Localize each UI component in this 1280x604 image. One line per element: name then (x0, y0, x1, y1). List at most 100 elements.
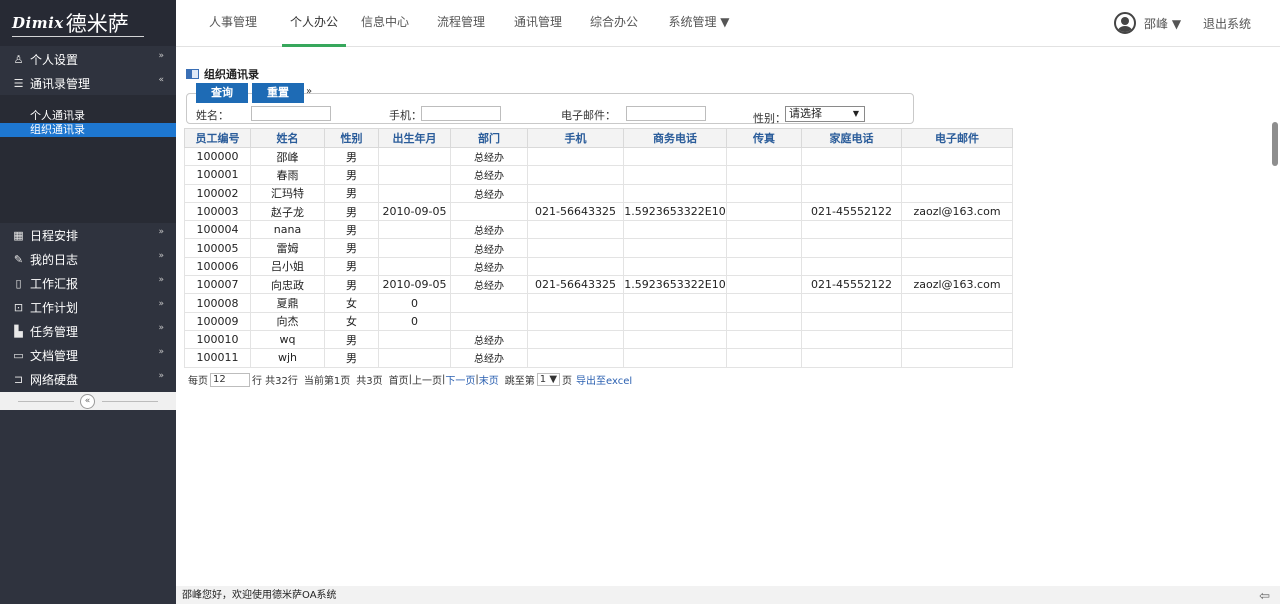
cell-mobile (527, 238, 624, 258)
scrollbar-thumb[interactable] (1272, 122, 1278, 166)
user-menu[interactable]: 邵峰 ▼ (1114, 12, 1181, 34)
cell-birth (378, 165, 451, 185)
logout-link[interactable]: 退出系统 (1203, 0, 1251, 47)
reset-button[interactable]: 重置 (252, 83, 304, 103)
email-input[interactable] (626, 106, 706, 121)
cell-dept (450, 293, 528, 313)
folder-icon: ▭ (13, 348, 24, 362)
table-row[interactable]: 100007 向忠政男 2010-09-05 总经办 021-56643325 1.592… (184, 275, 1013, 295)
tab-communication[interactable]: 通讯管理 (513, 0, 563, 47)
table-row[interactable]: 100000 邵峰男 总经办 (184, 146, 1013, 167)
gender-select[interactable]: 请选择 ▼ (785, 106, 865, 122)
cell-birth (378, 329, 451, 350)
col-header-id[interactable]: 员工编号 (184, 128, 251, 148)
logo: Dimix 德米萨 (0, 0, 176, 46)
col-header-mobile[interactable]: 手机 (527, 128, 624, 148)
table-row[interactable]: 100001 春雨男 总经办 (184, 165, 1013, 185)
tab-personal-office[interactable]: 个人办公 (282, 0, 346, 47)
divider (18, 401, 74, 402)
col-header-home-phone[interactable]: 家庭电话 (801, 128, 902, 148)
sidebar-item-plan[interactable]: ⊡ 工作计划 » (0, 295, 176, 319)
sidebar-item-disk[interactable]: ⊐ 网络硬盘 » (0, 367, 176, 391)
sidebar-item-log[interactable]: ✎ 我的日志 » (0, 247, 176, 271)
cell-email: zaozl@163.com (901, 201, 1013, 222)
tab-workflow[interactable]: 流程管理 (436, 0, 486, 47)
sidebar-item-label: 工作计划 (30, 300, 79, 315)
chevron-up-icon: « (158, 75, 164, 85)
col-header-fax[interactable]: 传真 (726, 128, 802, 148)
cell-fax (726, 165, 802, 185)
jump-page-select[interactable]: 1 ▼ (536, 373, 561, 386)
tab-general-office[interactable]: 综合办公 (589, 0, 639, 47)
mobile-input[interactable] (421, 106, 501, 121)
cell-dept: 总经办 (450, 348, 528, 368)
footer: 邵峰您好，欢迎使用德米萨OA系统 ⇦ (176, 586, 1280, 604)
cell-fax (726, 146, 802, 167)
first-page-link[interactable]: 首页 (389, 372, 409, 387)
sidebar-subitem-personal-contacts[interactable]: 个人通讯录 (0, 109, 176, 123)
sidebar-collapse-bar: « (0, 392, 176, 410)
table-row[interactable]: 100003 赵子龙男 2010-09-05 021-56643325 1.592365… (184, 201, 1013, 222)
sidebar-item-label: 工作汇报 (30, 276, 79, 291)
cell-mobile (527, 329, 624, 350)
sidebar-item-docs[interactable]: ▭ 文档管理 » (0, 343, 176, 367)
tab-system[interactable]: 系统管理 ▼ (668, 0, 730, 47)
col-header-biz-phone[interactable]: 商务电话 (623, 128, 727, 148)
last-page-link[interactable]: 末页 (479, 372, 499, 387)
table-row[interactable]: 100009 向杰女 0 (184, 311, 1013, 331)
table-row[interactable]: 100004 nana 男 总经办 (184, 220, 1013, 240)
sidebar-item-contacts[interactable]: ☰ 通讯录管理 « (0, 71, 176, 95)
cell-email (901, 146, 1013, 167)
col-header-gender[interactable]: 性别 (324, 128, 379, 148)
tab-hr[interactable]: 人事管理 (208, 0, 258, 47)
col-header-birth[interactable]: 出生年月 (378, 128, 451, 148)
table-row[interactable]: 100010 wq 男 总经办 (184, 329, 1013, 350)
next-page-link[interactable]: 下一页 (445, 372, 475, 387)
cell-birth (378, 183, 451, 203)
cell-birth (378, 146, 451, 167)
collapse-sidebar-button[interactable]: « (80, 394, 95, 409)
cell-name: wjh (250, 348, 325, 368)
cell-mobile (527, 256, 624, 277)
back-arrow-icon[interactable]: ⇦ (1259, 587, 1270, 604)
prev-page-link[interactable]: 上一页 (412, 372, 442, 387)
tab-info-center[interactable]: 信息中心 (360, 0, 410, 47)
cell-mobile: 021-56643325 (527, 201, 624, 222)
sidebar-subitem-org-contacts[interactable]: 组织通讯录 (0, 123, 176, 137)
cell-birth (378, 220, 451, 240)
cell-email (901, 348, 1013, 368)
per-page-input[interactable]: 12 (210, 372, 250, 387)
table-row[interactable]: 100008 夏鼎女 0 (184, 293, 1013, 313)
sidebar-item-personal-settings[interactable]: ♙ 个人设置 » (0, 47, 176, 71)
sidebar-item-report[interactable]: ▯ 工作汇报 » (0, 271, 176, 295)
query-button[interactable]: 查询 (196, 83, 248, 103)
cell-dept: 总经办 (450, 256, 528, 277)
name-input[interactable] (251, 106, 331, 121)
total-pages: 共3页 (356, 376, 383, 387)
cell-mobile (527, 311, 624, 331)
export-excel-link[interactable]: 导出至excel (576, 372, 632, 387)
plan-icon: ⊡ (13, 300, 24, 314)
table-row[interactable]: 100006 吕小姐男 总经办 (184, 256, 1013, 277)
expand-icon[interactable]: » (306, 86, 312, 97)
table-row[interactable]: 100011 wjh 男 总经办 (184, 348, 1013, 368)
cell-mobile (527, 146, 624, 167)
cell-biz-phone (623, 183, 727, 203)
cell-email: zaozl@163.com (901, 275, 1013, 295)
table-row[interactable]: 100002 汇玛特男 总经办 (184, 183, 1013, 203)
main-content: 组织通讯录 查询 重置 » 姓名： 手机： 电子邮件： 性别： 请选择 ▼ 员工… (176, 48, 1268, 584)
cell-mobile (527, 293, 624, 313)
col-header-name[interactable]: 姓名 (250, 128, 325, 148)
cell-name: 汇玛特 (250, 183, 325, 203)
sidebar-item-task[interactable]: ▙ 任务管理 » (0, 319, 176, 343)
cell-name: 春雨 (250, 165, 325, 185)
col-header-email[interactable]: 电子邮件 (901, 128, 1013, 148)
chevron-down-icon: » (158, 347, 164, 357)
cell-birth: 0 (378, 311, 451, 331)
cell-dept: 总经办 (450, 238, 528, 258)
sidebar-item-label: 文档管理 (30, 348, 79, 363)
table-row[interactable]: 100005 雷姆男 总经办 (184, 238, 1013, 258)
sidebar-item-schedule[interactable]: ▦ 日程安排 » (0, 223, 176, 247)
total-rows: 行 共32行 (252, 376, 298, 387)
col-header-dept[interactable]: 部门 (450, 128, 528, 148)
